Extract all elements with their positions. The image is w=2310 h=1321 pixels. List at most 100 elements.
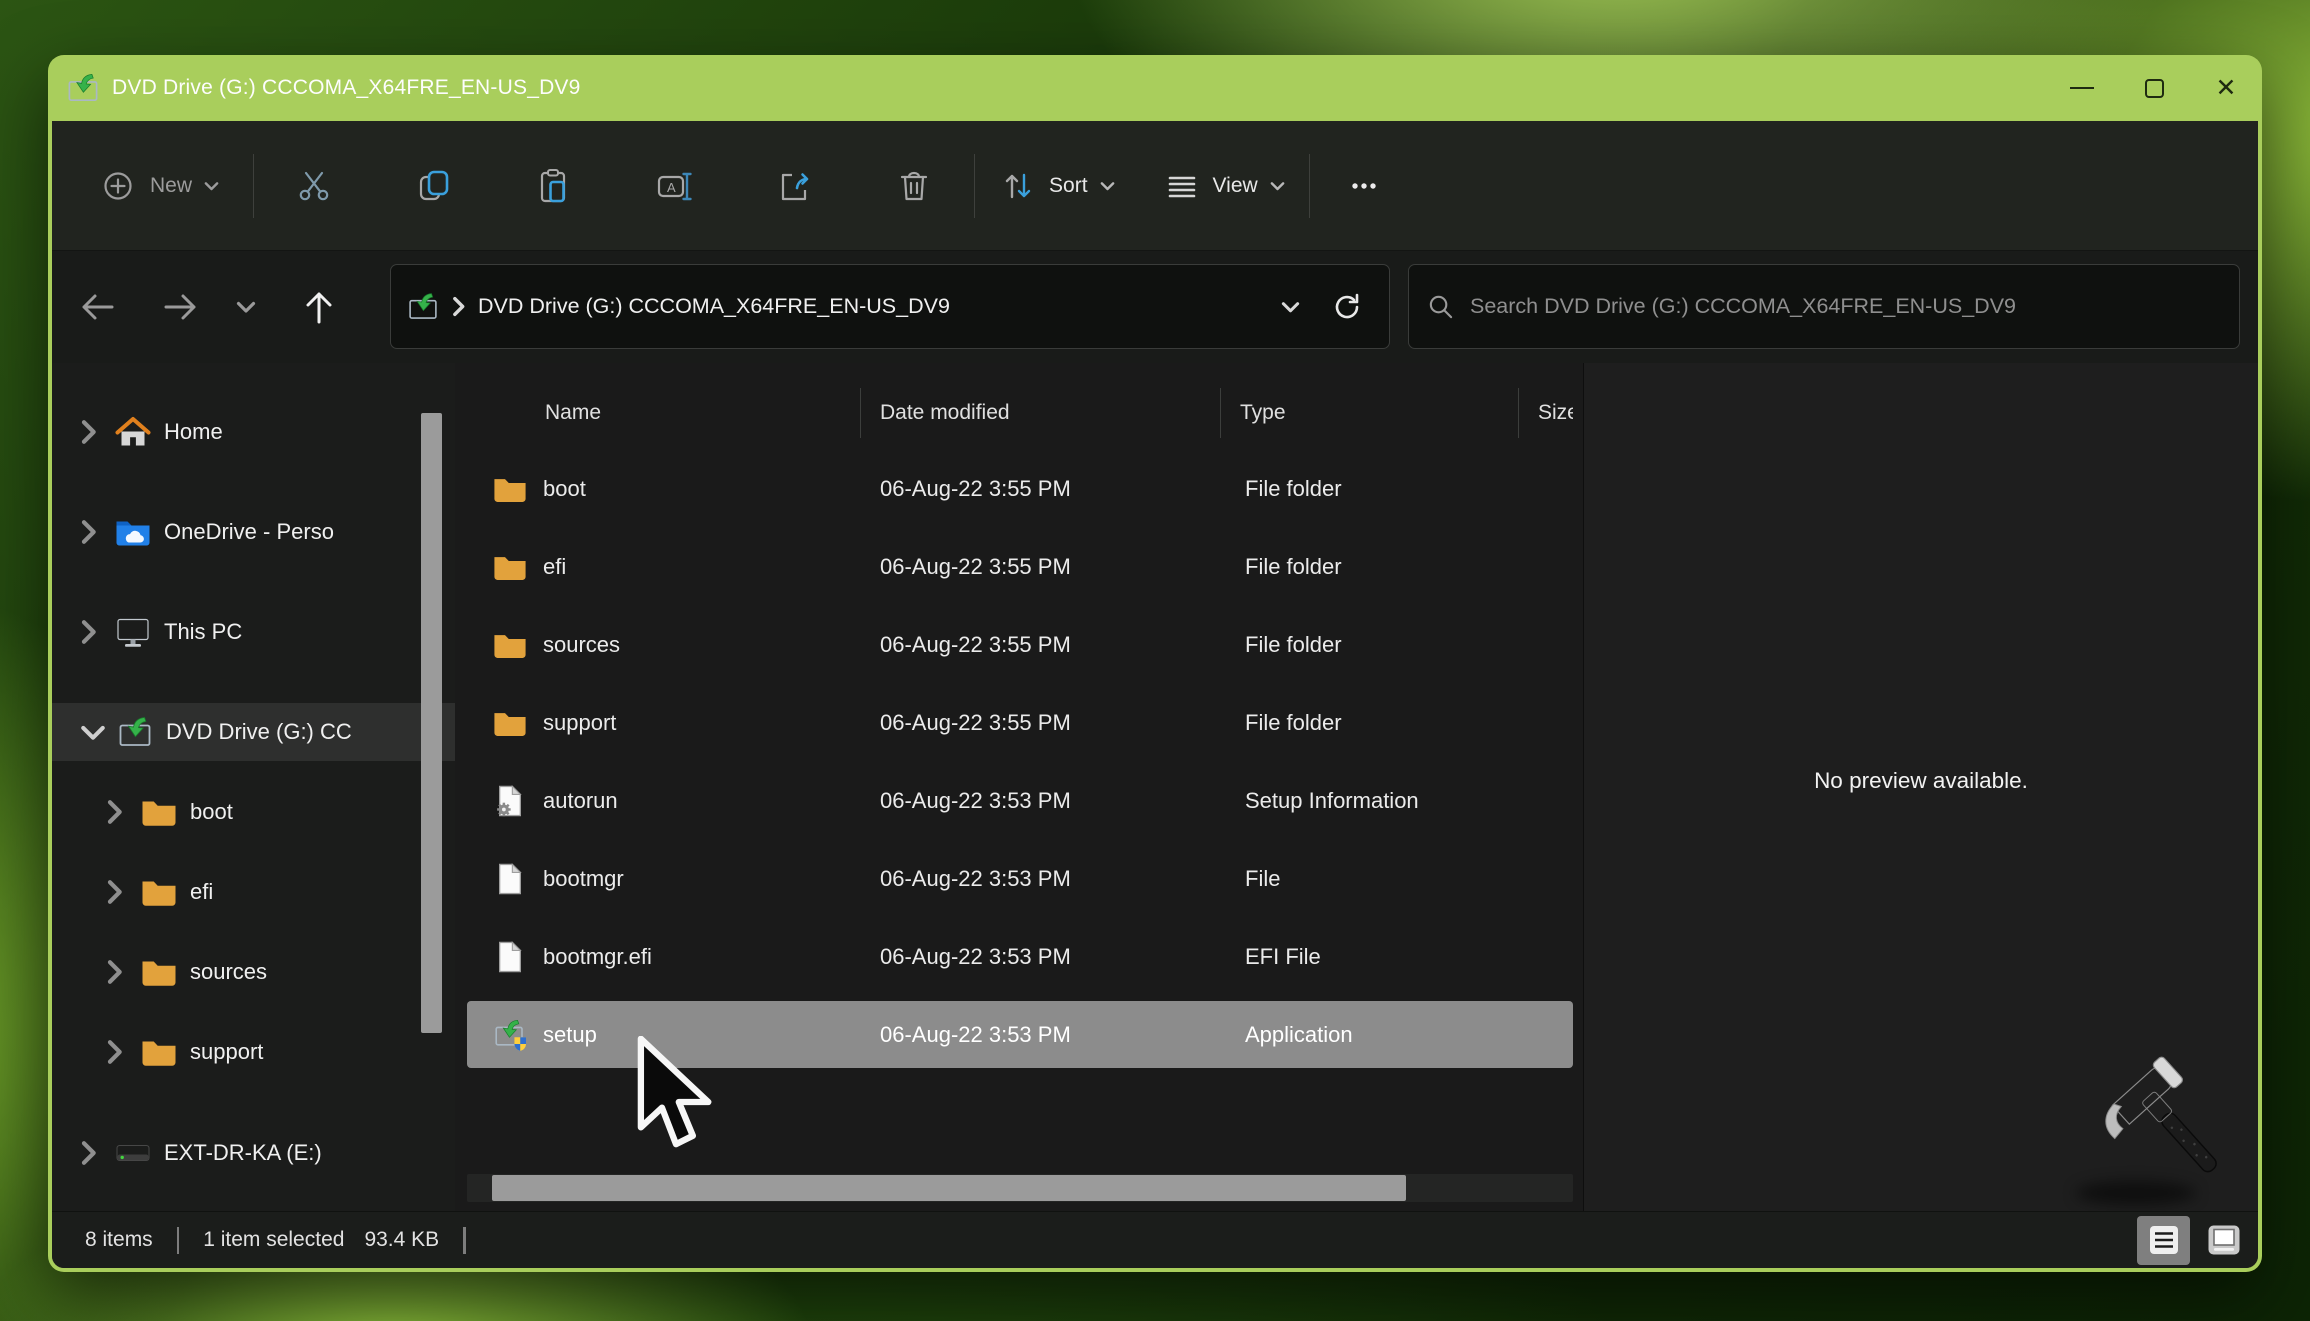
details-view-button[interactable] xyxy=(2137,1216,2190,1265)
trash-icon xyxy=(894,166,934,206)
cut-icon xyxy=(294,166,334,206)
file-type: Setup Information xyxy=(1221,788,1519,814)
table-row[interactable]: efi 06-Aug-22 3:55 PM File folder xyxy=(467,533,1573,600)
paste-icon xyxy=(534,166,574,206)
selection-count: 1 item selected xyxy=(203,1228,344,1252)
plus-icon xyxy=(98,166,138,206)
chevron-right-icon xyxy=(106,959,123,985)
file-icon xyxy=(493,941,527,973)
sidebar-item-boot[interactable]: boot xyxy=(52,783,455,841)
sidebar-item-label: EXT-DR-KA (E:) xyxy=(164,1140,322,1166)
file-name: autorun xyxy=(543,788,618,814)
rename-icon: A xyxy=(654,166,694,206)
table-row[interactable]: sources 06-Aug-22 3:55 PM File folder xyxy=(467,611,1573,678)
minimize-button[interactable] xyxy=(2046,55,2118,121)
navigation-pane: Home OneDrive - Perso This PC DVD Drive … xyxy=(52,363,455,1211)
new-button[interactable]: New xyxy=(98,166,219,206)
chevron-right-icon xyxy=(80,619,97,645)
sidebar-item-ext-drive[interactable]: EXT-DR-KA (E:) xyxy=(52,1124,455,1182)
forward-arrow-icon xyxy=(160,289,202,325)
back-button[interactable] xyxy=(68,275,126,339)
hammer-image xyxy=(2100,1055,2252,1201)
sidebar-item-sources[interactable]: sources xyxy=(52,943,455,1001)
sidebar-item-onedrive[interactable]: OneDrive - Perso xyxy=(52,503,455,561)
toolbar-divider xyxy=(1309,154,1310,218)
file-name: efi xyxy=(543,554,566,580)
column-headers: Name Date modified Type Size xyxy=(467,371,1573,455)
share-button[interactable] xyxy=(766,158,822,214)
column-header-size[interactable]: Size xyxy=(1519,388,1573,438)
more-options-button[interactable] xyxy=(1336,158,1392,214)
search-box[interactable] xyxy=(1408,264,2240,349)
large-thumbnails-view-button[interactable] xyxy=(2197,1216,2250,1265)
home-icon xyxy=(115,416,151,448)
sort-label: Sort xyxy=(1049,174,1088,198)
item-count: 8 items xyxy=(85,1228,153,1252)
up-arrow-icon xyxy=(301,286,337,328)
file-date: 06-Aug-22 3:55 PM xyxy=(861,554,1221,580)
dvd-drive-icon xyxy=(407,292,439,321)
file-name: bootmgr xyxy=(543,866,624,892)
sort-button[interactable]: Sort xyxy=(999,167,1115,205)
table-row[interactable]: bootmgr.efi 06-Aug-22 3:53 PM EFI File xyxy=(467,923,1573,990)
sidebar-item-efi[interactable]: efi xyxy=(52,863,455,921)
table-row[interactable]: bootmgr 06-Aug-22 3:53 PM File xyxy=(467,845,1573,912)
maximize-button[interactable] xyxy=(2118,55,2190,121)
search-input[interactable] xyxy=(1470,294,2221,319)
rename-button[interactable]: A xyxy=(646,158,702,214)
file-type: File folder xyxy=(1221,710,1519,736)
delete-button[interactable] xyxy=(886,158,942,214)
up-button[interactable] xyxy=(290,275,348,339)
copy-icon xyxy=(414,166,454,206)
table-row-selected[interactable]: setup 06-Aug-22 3:53 PM Application xyxy=(467,1001,1573,1068)
forward-button[interactable] xyxy=(152,275,210,339)
breadcrumb[interactable]: DVD Drive (G:) CCCOMA_X64FRE_EN-US_DV9 xyxy=(478,294,1257,319)
table-row[interactable]: support 06-Aug-22 3:55 PM File folder xyxy=(467,689,1573,756)
address-dropdown-button[interactable] xyxy=(1270,275,1310,339)
table-row[interactable]: boot 06-Aug-22 3:55 PM File folder xyxy=(467,455,1573,522)
table-row[interactable]: autorun 06-Aug-22 3:53 PM Setup Informat… xyxy=(467,767,1573,834)
status-bar: 8 items 1 item selected 93.4 KB xyxy=(52,1211,2258,1268)
recent-locations-button[interactable] xyxy=(224,275,268,339)
address-bar[interactable]: DVD Drive (G:) CCCOMA_X64FRE_EN-US_DV9 xyxy=(390,264,1390,349)
horizontal-scrollbar[interactable] xyxy=(467,1174,1573,1202)
sidebar-item-dvd-drive[interactable]: DVD Drive (G:) CC xyxy=(52,703,455,761)
column-header-type[interactable]: Type xyxy=(1221,388,1519,438)
file-name: boot xyxy=(543,476,586,502)
sidebar-scrollbar[interactable] xyxy=(421,363,442,1211)
close-button[interactable]: ✕ xyxy=(2190,55,2262,121)
view-toggle-group xyxy=(2137,1216,2250,1265)
sidebar-item-label: sources xyxy=(190,959,267,985)
sidebar-scrollbar-thumb[interactable] xyxy=(421,413,442,1033)
refresh-icon xyxy=(1331,291,1363,323)
column-header-name[interactable]: Name xyxy=(467,388,861,438)
file-date: 06-Aug-22 3:55 PM xyxy=(861,632,1221,658)
maximize-icon xyxy=(2145,79,2164,98)
chevron-right-icon xyxy=(80,419,97,445)
sidebar-item-label: OneDrive - Perso xyxy=(164,519,334,545)
horizontal-scrollbar-thumb[interactable] xyxy=(492,1175,1406,1201)
chevron-down-icon xyxy=(204,181,219,191)
chevron-down-icon xyxy=(80,724,106,741)
title-bar[interactable]: DVD Drive (G:) CCCOMA_X64FRE_EN-US_DV9 ✕ xyxy=(48,55,2262,121)
sidebar-item-label: support xyxy=(190,1039,263,1065)
sidebar-item-label: This PC xyxy=(164,619,242,645)
dvd-drive-icon xyxy=(117,716,153,748)
view-label: View xyxy=(1213,174,1258,198)
view-button[interactable]: View xyxy=(1163,167,1285,205)
sidebar-item-home[interactable]: Home xyxy=(52,403,455,461)
refresh-button[interactable] xyxy=(1323,275,1371,339)
sidebar-item-support[interactable]: support xyxy=(52,1023,455,1081)
folder-icon xyxy=(493,707,527,739)
search-icon xyxy=(1427,293,1454,320)
cut-button[interactable] xyxy=(286,158,342,214)
paste-button[interactable] xyxy=(526,158,582,214)
copy-button[interactable] xyxy=(406,158,462,214)
sidebar-item-this-pc[interactable]: This PC xyxy=(52,603,455,661)
column-header-date-modified[interactable]: Date modified xyxy=(861,388,1221,438)
chevron-right-icon xyxy=(80,1140,97,1166)
chevron-right-icon xyxy=(106,1039,123,1065)
sidebar-item-label: boot xyxy=(190,799,233,825)
dvd-drive-icon xyxy=(66,73,100,103)
this-pc-icon xyxy=(115,616,151,648)
